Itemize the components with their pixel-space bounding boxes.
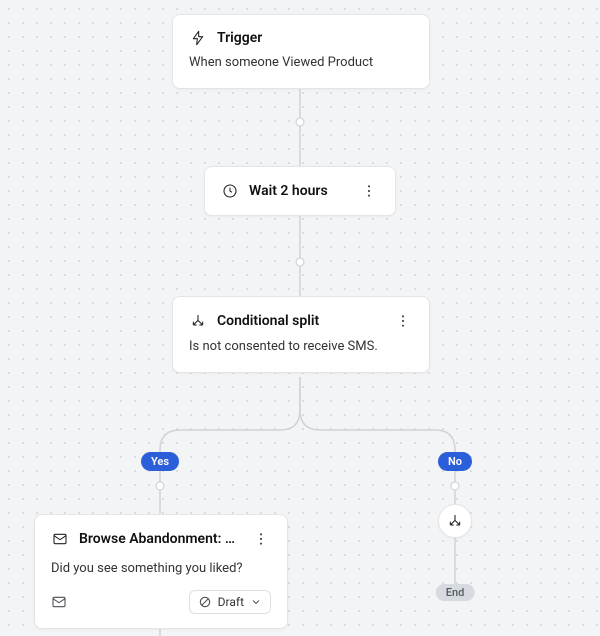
split-icon bbox=[189, 312, 207, 330]
connector-dot bbox=[451, 482, 460, 491]
trigger-title: Trigger bbox=[217, 30, 413, 46]
end-label: End bbox=[436, 584, 475, 601]
clock-icon bbox=[221, 182, 239, 200]
bolt-icon bbox=[189, 29, 207, 47]
split-more-button[interactable] bbox=[393, 311, 413, 331]
email-status-select[interactable]: Draft bbox=[189, 590, 271, 614]
trigger-description: When someone Viewed Product bbox=[189, 55, 413, 70]
split-title: Conditional split bbox=[217, 313, 383, 329]
split-description: Is not consented to receive SMS. bbox=[189, 339, 413, 354]
envelope-icon bbox=[51, 530, 69, 548]
flow-canvas[interactable]: Trigger When someone Viewed Product Wait… bbox=[0, 0, 600, 636]
connector-dot bbox=[156, 482, 165, 491]
email-title: Browse Abandonment: Email... bbox=[79, 531, 241, 547]
split-icon bbox=[446, 512, 464, 530]
email-more-button[interactable] bbox=[251, 529, 271, 549]
branch-yes-pill: Yes bbox=[141, 452, 179, 471]
wait-title: Wait 2 hours bbox=[249, 183, 349, 199]
connector-dot bbox=[296, 258, 305, 267]
conditional-split-node[interactable]: Conditional split Is not consented to re… bbox=[172, 296, 430, 373]
connector-dot bbox=[296, 118, 305, 127]
branch-no-pill: No bbox=[438, 452, 472, 471]
trigger-node[interactable]: Trigger When someone Viewed Product bbox=[172, 14, 430, 89]
draft-status-icon bbox=[198, 595, 212, 609]
chevron-down-icon bbox=[250, 596, 262, 608]
email-preview: Did you see something you liked? bbox=[51, 561, 271, 576]
wait-node[interactable]: Wait 2 hours bbox=[204, 166, 396, 216]
no-branch-action-node[interactable] bbox=[438, 504, 472, 538]
wait-more-button[interactable] bbox=[359, 181, 379, 201]
email-status-label: Draft bbox=[218, 595, 244, 609]
email-node[interactable]: Browse Abandonment: Email... Did you see… bbox=[34, 514, 288, 629]
provider-icon bbox=[51, 594, 67, 610]
